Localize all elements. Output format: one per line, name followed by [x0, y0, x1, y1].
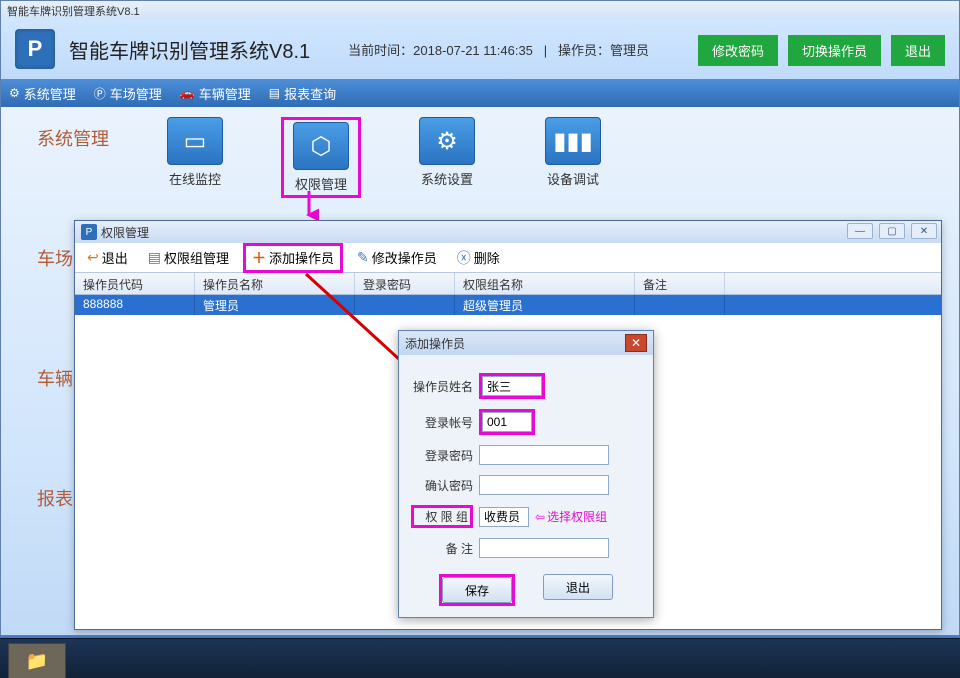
switch-operator-button[interactable]: 切换操作员: [788, 35, 881, 66]
minimize-button[interactable]: —: [847, 223, 873, 239]
label-account: 登录帐号: [411, 414, 473, 431]
app-nav: ⚙系统管理 Ⓟ车场管理 🚗车辆管理 ▤报表查询: [1, 79, 959, 107]
delete-x-icon: ⓧ: [457, 248, 471, 268]
app-titlebar: 智能车牌识别管理系统V8.1: [1, 1, 959, 19]
nav-system[interactable]: ⚙系统管理: [9, 84, 76, 103]
dialog-exit-button[interactable]: 退出: [543, 574, 613, 600]
confirm-password-input[interactable]: [479, 475, 609, 495]
permission-window-titlebar: P 权限管理 — ▢ ✕: [75, 221, 941, 243]
table-row[interactable]: 888888 管理员 超级管理员: [75, 295, 941, 315]
nav-vehicle[interactable]: 🚗车辆管理: [180, 84, 251, 103]
car-icon: 🚗: [180, 86, 195, 100]
col-remark: 备注: [635, 273, 725, 294]
maximize-button[interactable]: ▢: [879, 223, 905, 239]
cog-icon: ⚙: [419, 117, 475, 165]
change-password-button[interactable]: 修改密码: [698, 35, 778, 66]
tile-system-settings[interactable]: ⚙ 系统设置: [407, 117, 487, 198]
tile-device-debug[interactable]: ▮▮▮ 设备调试: [533, 117, 613, 198]
label-confirm-password: 确认密码: [411, 477, 473, 494]
operator-name-input[interactable]: [482, 376, 542, 396]
section-vehicle-label: 车辆: [37, 365, 73, 391]
window-title: 智能车牌识别管理系统V8.1: [7, 6, 140, 18]
remark-input[interactable]: [479, 538, 609, 558]
section-report-label: 报表: [37, 485, 73, 511]
gear-icon: ⚙: [9, 86, 20, 100]
dialog-close-button[interactable]: ✕: [625, 334, 647, 352]
perm-group-input[interactable]: [479, 507, 529, 527]
col-name: 操作员名称: [195, 273, 355, 294]
add-operator-dialog: 添加操作员 ✕ 操作员姓名 登录帐号 登录密码 确认密码 权 限 组: [398, 330, 654, 618]
taskbar-folder-icon[interactable]: 📁: [8, 643, 66, 678]
exit-arrow-icon: ↩: [87, 249, 99, 266]
exit-app-button[interactable]: 退出: [891, 35, 945, 66]
label-password: 登录密码: [411, 447, 473, 464]
pencil-icon: ✎: [357, 249, 369, 266]
parking-icon: P: [28, 36, 43, 62]
app-title: 智能车牌识别管理系统V8.1: [69, 35, 310, 64]
section-park-label: 车场: [37, 245, 73, 271]
list-icon: ▤: [148, 249, 161, 266]
close-subwin-button[interactable]: ✕: [911, 223, 937, 239]
hierarchy-icon: ⬡: [293, 122, 349, 170]
account-input[interactable]: [482, 412, 532, 432]
label-remark: 备 注: [411, 540, 473, 557]
meter-icon: ▮▮▮: [545, 117, 601, 165]
tool-group-mgmt[interactable]: ▤ 权限组管理: [142, 246, 235, 269]
section-system-label: 系统管理: [37, 125, 109, 151]
col-code: 操作员代码: [75, 273, 195, 294]
select-group-hint: ⇦ 选择权限组: [535, 508, 607, 525]
label-operator-name: 操作员姓名: [411, 378, 473, 395]
tool-edit-operator[interactable]: ✎ 修改操作员: [351, 246, 443, 269]
save-button[interactable]: 保存: [442, 577, 512, 603]
report-icon: ▤: [269, 86, 280, 100]
app-header: P 智能车牌识别管理系统V8.1 当前时间：2018-07-21 11:46:3…: [1, 19, 959, 79]
col-pwd: 登录密码: [355, 273, 455, 294]
label-perm-group: 权 限 组: [411, 505, 473, 528]
tool-add-operator[interactable]: ＋ 添加操作员: [243, 243, 343, 273]
dialog-titlebar: 添加操作员 ✕: [399, 331, 653, 355]
header-time: 当前时间：2018-07-21 11:46:35 | 操作员：管理员: [348, 40, 649, 59]
tool-delete[interactable]: ⓧ 删除: [451, 246, 506, 270]
password-input[interactable]: [479, 445, 609, 465]
tile-permission-mgmt[interactable]: ⬡ 权限管理: [281, 117, 361, 198]
nav-park[interactable]: Ⓟ车场管理: [94, 84, 162, 103]
parking-p-icon: Ⓟ: [94, 85, 106, 102]
nav-report[interactable]: ▤报表查询: [269, 84, 336, 103]
plus-icon: ＋: [252, 248, 266, 268]
col-group: 权限组名称: [455, 273, 635, 294]
camera-icon: ▭: [167, 117, 223, 165]
permission-toolbar: ↩ 退出 ▤ 权限组管理 ＋ 添加操作员 ✎ 修改操作员 ⓧ 删除: [75, 243, 941, 273]
tile-online-monitor[interactable]: ▭ 在线监控: [155, 117, 235, 198]
parking-small-icon: P: [81, 224, 97, 240]
app-logo: P: [15, 29, 55, 69]
tool-exit[interactable]: ↩ 退出: [81, 246, 134, 269]
arrow-left-icon: ⇦: [535, 510, 545, 524]
taskbar: 📁: [0, 638, 960, 678]
